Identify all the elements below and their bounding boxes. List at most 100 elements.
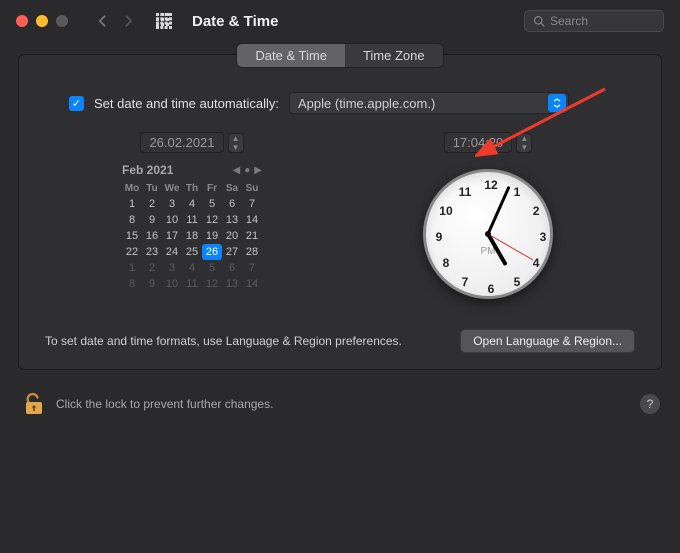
- calendar-day[interactable]: 13: [222, 276, 242, 292]
- clock-center: [485, 231, 491, 237]
- minimize-window-button[interactable]: [36, 15, 48, 27]
- calendar-day[interactable]: 2: [142, 260, 162, 276]
- calendar-day[interactable]: 26: [202, 244, 222, 260]
- calendar: Feb 2021 ◀ ● ▶ MoTuWeThFrSaSu 1234567891…: [122, 163, 262, 292]
- clock-numeral: 9: [436, 230, 443, 244]
- calendar-day[interactable]: 18: [182, 228, 202, 244]
- time-field[interactable]: 17:04:20: [444, 132, 513, 153]
- calendar-day[interactable]: 24: [162, 244, 182, 260]
- calendar-day[interactable]: 11: [182, 276, 202, 292]
- clock-numeral: 2: [533, 204, 540, 218]
- auto-set-checkbox[interactable]: ✓: [69, 96, 84, 111]
- calendar-day[interactable]: 6: [222, 196, 242, 212]
- window-title: Date & Time: [192, 13, 278, 30]
- clock-numeral: 6: [488, 282, 495, 296]
- chevron-down-icon: [548, 94, 566, 112]
- calendar-day[interactable]: 9: [142, 276, 162, 292]
- help-button[interactable]: ?: [640, 394, 660, 414]
- calendar-day[interactable]: 3: [162, 260, 182, 276]
- time-stepper[interactable]: 17:04:20 ▲ ▼: [444, 132, 533, 153]
- calendar-day[interactable]: 9: [142, 212, 162, 228]
- calendar-day[interactable]: 28: [242, 244, 262, 260]
- calendar-day[interactable]: 25: [182, 244, 202, 260]
- calendar-day[interactable]: 19: [202, 228, 222, 244]
- calendar-dow: Fr: [202, 181, 222, 196]
- calendar-day[interactable]: 3: [162, 196, 182, 212]
- stepper-down-icon[interactable]: ▼: [229, 143, 243, 152]
- calendar-day[interactable]: 12: [202, 276, 222, 292]
- back-button[interactable]: [92, 11, 112, 31]
- calendar-day[interactable]: 5: [202, 260, 222, 276]
- calendar-day[interactable]: 17: [162, 228, 182, 244]
- calendar-day[interactable]: 7: [242, 196, 262, 212]
- calendar-nav: ◀ ● ▶: [233, 165, 262, 176]
- analog-clock: PM 121234567891011: [423, 169, 553, 299]
- calendar-day[interactable]: 12: [202, 212, 222, 228]
- calendar-day[interactable]: 14: [242, 212, 262, 228]
- forward-button[interactable]: [118, 11, 138, 31]
- calendar-day[interactable]: 10: [162, 212, 182, 228]
- calendar-today-icon[interactable]: ●: [244, 165, 250, 176]
- calendar-day[interactable]: 20: [222, 228, 242, 244]
- preferences-panel: Date & Time Time Zone ✓ Set date and tim…: [18, 54, 662, 370]
- window-controls: [16, 15, 68, 27]
- calendar-day[interactable]: 10: [162, 276, 182, 292]
- calendar-day[interactable]: 5: [202, 196, 222, 212]
- date-field[interactable]: 26.02.2021: [140, 132, 223, 153]
- calendar-day[interactable]: 2: [142, 196, 162, 212]
- lock-icon[interactable]: [24, 392, 44, 416]
- auto-set-row: ✓ Set date and time automatically: Apple…: [19, 68, 661, 122]
- show-all-icon[interactable]: [156, 13, 172, 29]
- calendar-day[interactable]: 4: [182, 260, 202, 276]
- calendar-day[interactable]: 13: [222, 212, 242, 228]
- search-input[interactable]: Search: [524, 10, 664, 32]
- calendar-dow: Sa: [222, 181, 242, 196]
- stepper-up-icon[interactable]: ▲: [229, 134, 243, 143]
- stepper-down-icon[interactable]: ▼: [517, 143, 531, 152]
- calendar-day[interactable]: 1: [122, 260, 142, 276]
- calendar-next-icon[interactable]: ▶: [254, 165, 262, 176]
- calendar-day[interactable]: 11: [182, 212, 202, 228]
- calendar-day[interactable]: 14: [242, 276, 262, 292]
- calendar-day[interactable]: 8: [122, 276, 142, 292]
- stepper-up-icon[interactable]: ▲: [517, 134, 531, 143]
- close-window-button[interactable]: [16, 15, 28, 27]
- open-language-region-button[interactable]: Open Language & Region...: [460, 329, 635, 353]
- date-stepper[interactable]: 26.02.2021 ▲ ▼: [140, 132, 243, 153]
- calendar-day[interactable]: 4: [182, 196, 202, 212]
- calendar-dow: We: [162, 181, 182, 196]
- lock-row: Click the lock to prevent further change…: [0, 370, 680, 416]
- search-placeholder: Search: [550, 14, 588, 28]
- calendar-day[interactable]: 6: [222, 260, 242, 276]
- tab-bar: Date & Time Time Zone: [19, 43, 661, 68]
- tab-date-time[interactable]: Date & Time: [237, 44, 345, 67]
- calendar-day[interactable]: 1: [122, 196, 142, 212]
- clock-numeral: 7: [462, 275, 469, 289]
- calendar-day[interactable]: 16: [142, 228, 162, 244]
- date-column: 26.02.2021 ▲ ▼ Feb 2021 ◀ ● ▶ MoTuWeThFr…: [59, 132, 325, 299]
- calendar-day[interactable]: 8: [122, 212, 142, 228]
- calendar-day[interactable]: 23: [142, 244, 162, 260]
- search-icon: [533, 15, 545, 27]
- calendar-day[interactable]: 22: [122, 244, 142, 260]
- calendar-dow: Th: [182, 181, 202, 196]
- time-server-select[interactable]: Apple (time.apple.com.): [289, 92, 569, 114]
- nav-buttons: [92, 11, 138, 31]
- calendar-dow: Su: [242, 181, 262, 196]
- date-stepper-buttons[interactable]: ▲ ▼: [228, 133, 244, 153]
- time-server-value: Apple (time.apple.com.): [298, 96, 435, 111]
- tab-time-zone[interactable]: Time Zone: [345, 44, 443, 67]
- clock-numeral: 8: [443, 256, 450, 270]
- time-stepper-buttons[interactable]: ▲ ▼: [516, 133, 532, 153]
- calendar-title: Feb 2021: [122, 163, 173, 177]
- window-titlebar: Date & Time Search: [0, 0, 680, 42]
- calendar-prev-icon[interactable]: ◀: [233, 165, 241, 176]
- calendar-day[interactable]: 7: [242, 260, 262, 276]
- calendar-day[interactable]: 27: [222, 244, 242, 260]
- clock-numeral: 11: [459, 185, 472, 199]
- clock-minute-hand: [487, 186, 511, 235]
- time-column: 17:04:20 ▲ ▼ PM 121234567891011: [355, 132, 621, 299]
- calendar-day[interactable]: 15: [122, 228, 142, 244]
- clock-numeral: 4: [533, 256, 540, 270]
- calendar-day[interactable]: 21: [242, 228, 262, 244]
